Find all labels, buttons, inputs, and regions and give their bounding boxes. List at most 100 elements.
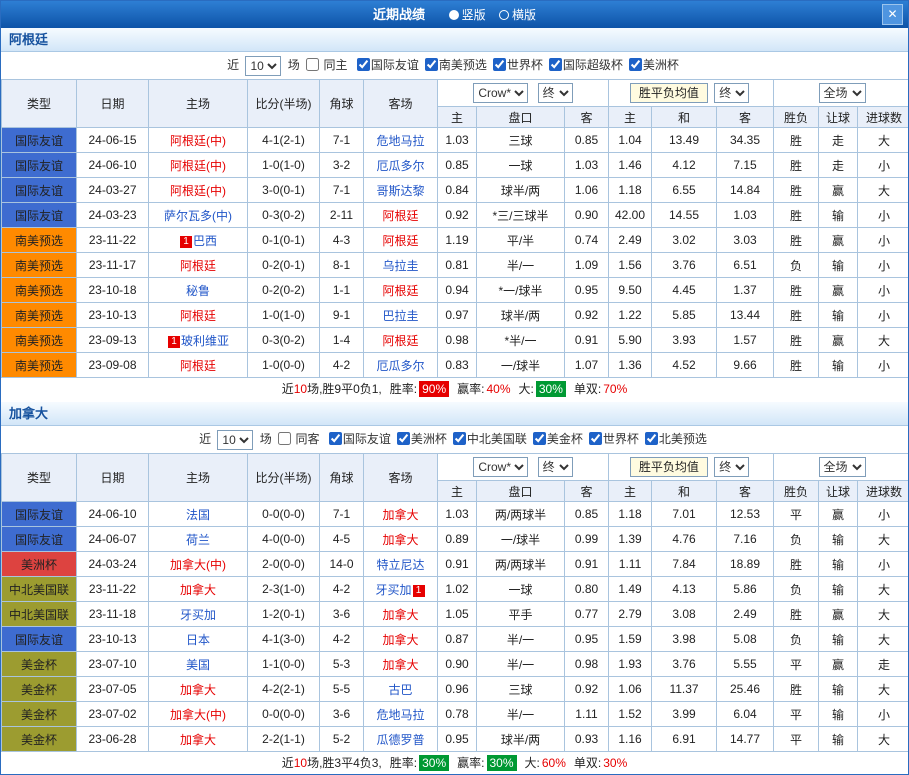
asian-home-odds: 0.81 bbox=[438, 253, 477, 278]
league-checkbox[interactable] bbox=[645, 432, 658, 445]
match-rows: 国际友谊24-06-10法国0-0(0-0)7-1加拿大1.03两/两球半0.8… bbox=[2, 502, 909, 752]
fullmatch-select[interactable]: 全场 bbox=[819, 457, 866, 477]
euro-home-odds: 1.59 bbox=[609, 627, 652, 652]
team-link[interactable]: 巴拉圭 bbox=[382, 309, 418, 323]
league-checkbox[interactable] bbox=[357, 58, 370, 71]
team-link[interactable]: 阿根廷 bbox=[382, 334, 418, 348]
team-link[interactable]: 牙买加 bbox=[180, 608, 216, 622]
close-button[interactable]: ✕ bbox=[882, 4, 903, 25]
team-link[interactable]: 加拿大 bbox=[180, 733, 216, 747]
team-link[interactable]: 哥斯达黎 bbox=[376, 184, 424, 198]
team-link[interactable]: 加拿大 bbox=[382, 508, 418, 522]
team-link[interactable]: 秘鲁 bbox=[186, 284, 210, 298]
team-link[interactable]: 阿根廷(中) bbox=[170, 134, 226, 148]
team-link[interactable]: 阿根廷 bbox=[180, 359, 216, 373]
team-link[interactable]: 加拿大 bbox=[180, 583, 216, 597]
fullmatch-select[interactable]: 全场 bbox=[819, 83, 866, 103]
league-checkbox[interactable] bbox=[549, 58, 562, 71]
team-link[interactable]: 加拿大 bbox=[382, 533, 418, 547]
match-row: 国际友谊24-06-10阿根廷(中)1-0(1-0)3-2厄瓜多尔0.85一球1… bbox=[2, 153, 909, 178]
league-filter[interactable]: 世界杯 bbox=[493, 58, 543, 72]
asian-handicap-line: 一/球半 bbox=[477, 353, 565, 378]
league-checkbox[interactable] bbox=[493, 58, 506, 71]
wdl-final-select[interactable]: 终 bbox=[714, 457, 749, 477]
match-score: 1-0(1-0) bbox=[248, 153, 320, 178]
venue-checkbox[interactable] bbox=[278, 432, 291, 445]
team-link[interactable]: 危地马拉 bbox=[376, 134, 424, 148]
team-link[interactable]: 加拿大(中) bbox=[170, 558, 226, 572]
recent-count-select[interactable]: 10 bbox=[217, 430, 253, 450]
horizontal-layout-radio[interactable] bbox=[499, 10, 509, 20]
team-link[interactable]: 阿根廷(中) bbox=[170, 159, 226, 173]
asian-away-odds: 0.95 bbox=[565, 278, 609, 303]
team-link[interactable]: 阿根廷 bbox=[382, 284, 418, 298]
league-filter[interactable]: 国际友谊 bbox=[329, 432, 391, 446]
match-type: 国际友谊 bbox=[2, 153, 77, 178]
league-filter[interactable]: 中北美国联 bbox=[453, 432, 527, 446]
team-link[interactable]: 危地马拉 bbox=[376, 708, 424, 722]
team-link[interactable]: 厄瓜多尔 bbox=[376, 159, 424, 173]
league-filter[interactable]: 世界杯 bbox=[589, 432, 639, 446]
layout-options: 竖版 横版 bbox=[439, 8, 536, 22]
team-link[interactable]: 巴西 bbox=[193, 234, 217, 248]
asian-handicap-line: *半/一 bbox=[477, 328, 565, 353]
team-link[interactable]: 萨尔瓦多(中) bbox=[164, 209, 232, 223]
team-link[interactable]: 厄瓜多尔 bbox=[376, 359, 424, 373]
asian-handicap-line: 三球 bbox=[477, 677, 565, 702]
league-checkbox[interactable] bbox=[397, 432, 410, 445]
team-link[interactable]: 乌拉圭 bbox=[382, 259, 418, 273]
team-link[interactable]: 古巴 bbox=[388, 683, 412, 697]
wdl-final-select[interactable]: 终 bbox=[714, 83, 749, 103]
league-checkbox[interactable] bbox=[453, 432, 466, 445]
euro-away-odds: 34.35 bbox=[717, 128, 774, 153]
league-filter[interactable]: 南美预选 bbox=[425, 58, 487, 72]
league-checkbox[interactable] bbox=[329, 432, 342, 445]
team-link[interactable]: 牙买加 bbox=[375, 583, 411, 597]
league-filter[interactable]: 国际友谊 bbox=[357, 58, 419, 72]
away-team-cell: 乌拉圭 bbox=[364, 253, 438, 278]
league-filter[interactable]: 美洲杯 bbox=[397, 432, 447, 446]
venue-checkbox[interactable] bbox=[306, 58, 319, 71]
euro-away-odds: 14.84 bbox=[717, 178, 774, 203]
team-link[interactable]: 日本 bbox=[186, 633, 210, 647]
match-type: 南美预选 bbox=[2, 228, 77, 253]
team-link[interactable]: 玻利维亚 bbox=[181, 334, 229, 348]
asian-handicap-line: 球半/两 bbox=[477, 727, 565, 752]
team-link[interactable]: 荷兰 bbox=[186, 533, 210, 547]
league-filter[interactable]: 美金杯 bbox=[533, 432, 583, 446]
league-checkbox[interactable] bbox=[533, 432, 546, 445]
team-link[interactable]: 法国 bbox=[186, 508, 210, 522]
team-link[interactable]: 加拿大 bbox=[180, 683, 216, 697]
bookmaker-select[interactable]: Crow* bbox=[473, 457, 528, 477]
league-filter[interactable]: 北美预选 bbox=[645, 432, 707, 446]
team-link[interactable]: 美国 bbox=[186, 658, 210, 672]
result-goals: 小 bbox=[858, 153, 909, 178]
result-outcome: 胜 bbox=[774, 328, 819, 353]
handicap-final-select[interactable]: 终 bbox=[538, 83, 573, 103]
team-link[interactable]: 阿根廷 bbox=[382, 234, 418, 248]
league-checkbox[interactable] bbox=[425, 58, 438, 71]
league-filter[interactable]: 国际超级杯 bbox=[549, 58, 623, 72]
handicap-final-select[interactable]: 终 bbox=[538, 457, 573, 477]
recent-count-select[interactable]: 10 bbox=[245, 56, 281, 76]
venue-filter[interactable]: 同主 bbox=[306, 58, 351, 72]
team-link[interactable]: 瓜德罗普 bbox=[376, 733, 424, 747]
bookmaker-select[interactable]: Crow* bbox=[473, 83, 528, 103]
team-link[interactable]: 特立尼达 bbox=[376, 558, 424, 572]
team-link[interactable]: 阿根廷 bbox=[180, 309, 216, 323]
team-link[interactable]: 加拿大(中) bbox=[170, 708, 226, 722]
corner-count: 1-1 bbox=[320, 278, 364, 303]
asian-handicap-line: *一/球半 bbox=[477, 278, 565, 303]
vertical-layout-radio[interactable] bbox=[449, 10, 459, 20]
league-checkbox[interactable] bbox=[629, 58, 642, 71]
venue-filter[interactable]: 同客 bbox=[278, 432, 323, 446]
team-link[interactable]: 阿根廷(中) bbox=[170, 184, 226, 198]
team-link[interactable]: 加拿大 bbox=[382, 633, 418, 647]
team-link[interactable]: 阿根廷 bbox=[180, 259, 216, 273]
team-link[interactable]: 加拿大 bbox=[382, 608, 418, 622]
team-link[interactable]: 阿根廷 bbox=[382, 209, 418, 223]
match-row: 国际友谊24-03-23萨尔瓦多(中)0-3(0-2)2-11阿根廷0.92*三… bbox=[2, 203, 909, 228]
league-checkbox[interactable] bbox=[589, 432, 602, 445]
team-link[interactable]: 加拿大 bbox=[382, 658, 418, 672]
league-filter[interactable]: 美洲杯 bbox=[629, 58, 679, 72]
